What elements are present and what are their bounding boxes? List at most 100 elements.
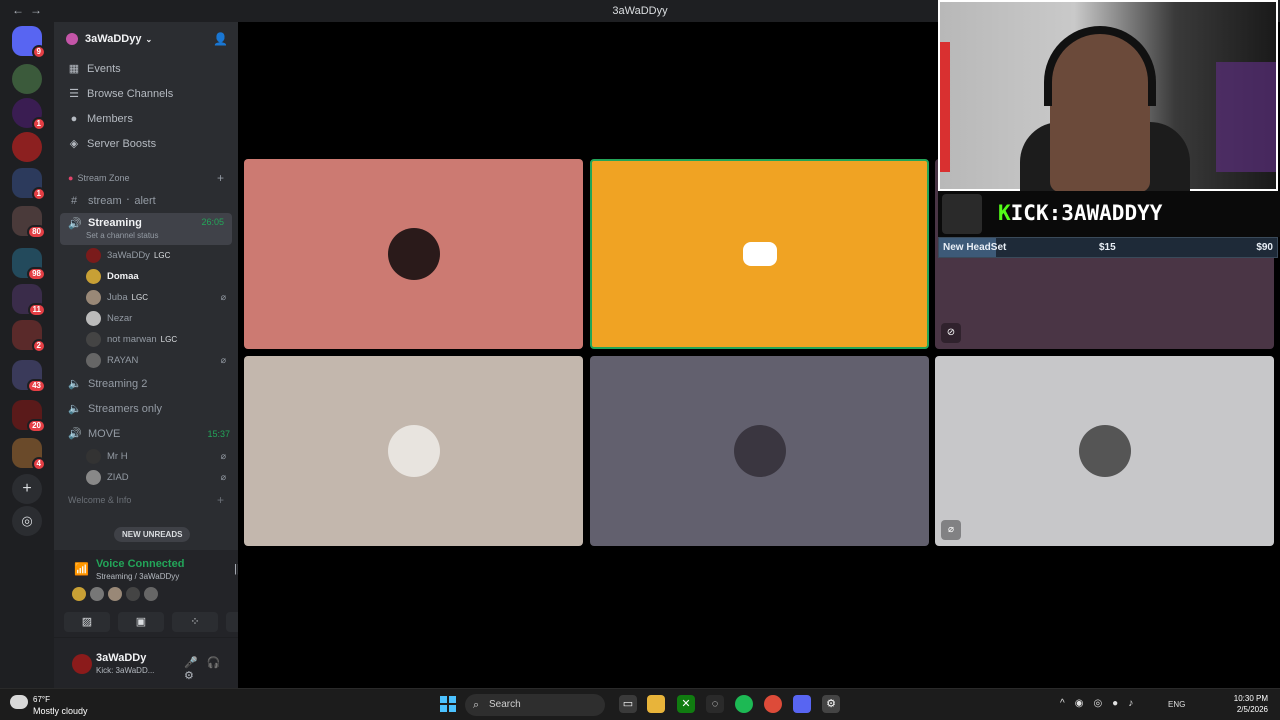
server-folder[interactable]: 1 [12, 168, 46, 201]
camera-off-button[interactable]: ▨ [64, 612, 110, 632]
avatar[interactable] [126, 587, 140, 601]
voice-user[interactable]: Mr H ⌀ [54, 446, 238, 467]
menu-members[interactable]: ● Members [54, 106, 238, 131]
discover-icon[interactable]: ◎ [12, 506, 42, 536]
avatar[interactable] [108, 587, 122, 601]
clock-time[interactable]: 10:30 PM [1230, 694, 1268, 703]
app-icon[interactable]: ◌ [706, 695, 724, 713]
microphone-icon[interactable]: ♪ [1128, 698, 1143, 709]
voice-user-name: ZIAD [107, 472, 129, 483]
voice-user-name: 3aWaDDy [107, 250, 150, 261]
add-user-icon[interactable]: 👤 [213, 32, 228, 46]
gear-icon[interactable]: ⚙ [184, 670, 203, 682]
headphones-icon[interactable]: 🎧 [207, 657, 230, 669]
settings-icon[interactable]: ⚙ [822, 695, 840, 713]
chevron-up-icon[interactable]: ^ [1060, 698, 1075, 709]
new-unreads-pill[interactable]: NEW UNREADS [114, 527, 191, 542]
boost-icon: ◈ [69, 138, 79, 150]
home-button[interactable]: 9 [12, 26, 46, 59]
tray-app-icon[interactable]: ◎ [1093, 698, 1112, 709]
channel-streaming-2[interactable]: 🔈 Streaming 2 [54, 371, 238, 396]
avatar[interactable] [72, 654, 92, 674]
webcam-feed [938, 0, 1278, 192]
channel-streaming[interactable]: 🔊 Streaming 26:05 Set a channel status [60, 213, 232, 245]
server-folder[interactable]: 20 [12, 400, 46, 433]
participant-tile-speaking[interactable] [590, 159, 929, 349]
system-tray[interactable]: ^◉◎●♪ [1060, 698, 1143, 709]
spotify-tray-icon[interactable]: ● [1112, 698, 1128, 709]
channel-move[interactable]: 🔊 MOVE 15:37 [54, 421, 238, 446]
voice-user[interactable]: Domaa [54, 266, 238, 287]
xbox-icon[interactable]: ✕ [677, 695, 695, 713]
server-folder[interactable]: 43 [12, 360, 46, 393]
participant-tile[interactable] [244, 159, 583, 349]
user-tag: LGC [160, 335, 178, 344]
server-header[interactable]: 3aWaDDyy ⌄ 👤 [54, 22, 238, 56]
voice-user[interactable]: Juba LGC ⌀ [54, 287, 238, 308]
voice-user[interactable]: 3aWaDDy LGC [54, 245, 238, 266]
server-folder[interactable]: 98 [12, 248, 46, 281]
server-icon[interactable]: 1 [12, 98, 46, 131]
menu-server-boosts[interactable]: ◈ Server Boosts [54, 131, 238, 156]
avatar[interactable] [144, 587, 158, 601]
participant-tile[interactable] [244, 356, 583, 546]
microphone-icon[interactable]: 🎤 [184, 657, 207, 669]
channel-status[interactable]: Set a channel status [86, 231, 159, 240]
channel-label: stream ᛫ alert [88, 194, 156, 207]
tray-app-icon[interactable]: ◉ [1075, 698, 1094, 709]
channel-label: MOVE [88, 427, 121, 440]
discord-logo-icon [742, 242, 777, 266]
taskbar-search[interactable]: ⌕ Search [465, 694, 605, 716]
voice-subtitle[interactable]: Streaming / 3aWaDDyy [96, 572, 179, 581]
voice-user-name: Domaa [107, 271, 139, 282]
discord-icon[interactable] [793, 695, 811, 713]
user-name[interactable]: 3aWaDDy [96, 652, 146, 664]
avatar [86, 353, 101, 368]
menu-events[interactable]: ▦ Events [54, 56, 238, 81]
voice-user-name: RAYAN [107, 355, 139, 366]
screen-share-button[interactable]: ▣ [118, 612, 164, 632]
add-channel-icon[interactable]: + [217, 493, 224, 507]
signal-icon[interactable]: 📶 [74, 562, 89, 576]
voice-user[interactable]: ZIAD ⌀ [54, 467, 238, 488]
menu-label: Browse Channels [87, 87, 174, 100]
cloud-icon [10, 695, 28, 709]
server-icon[interactable] [12, 64, 42, 94]
channel-streamers-only[interactable]: 🔈 Streamers only [54, 396, 238, 421]
activities-button[interactable]: ⁘ [172, 612, 218, 632]
participant-tile[interactable]: ⌀ [935, 356, 1274, 546]
language-indicator[interactable]: ENG [1168, 700, 1185, 709]
voice-user[interactable]: RAYAN ⌀ [54, 350, 238, 371]
category-welcome[interactable]: Welcome & Info + [54, 490, 238, 510]
server-icon[interactable] [12, 132, 42, 162]
category-stream-zone[interactable]: ● Stream Zone + [54, 168, 238, 188]
voice-title[interactable]: Voice Connected [96, 558, 184, 570]
task-view-icon[interactable]: ▭ [619, 695, 637, 713]
server-folder[interactable]: 80 [12, 206, 46, 239]
avatar[interactable] [72, 587, 86, 601]
chrome-icon[interactable] [764, 695, 782, 713]
add-channel-icon[interactable]: + [217, 171, 224, 185]
unread-badge: 1 [31, 117, 46, 131]
voice-user[interactable]: not marwan LGC [54, 329, 238, 350]
search-icon: ⌕ [473, 699, 480, 711]
spotify-icon[interactable] [735, 695, 753, 713]
avatar [1078, 425, 1131, 477]
voice-user[interactable]: Nezar [54, 308, 238, 329]
add-server-icon[interactable]: + [12, 474, 42, 504]
server-folder[interactable]: 4 [12, 438, 46, 471]
avatar[interactable] [90, 587, 104, 601]
server-name: 3aWaDDyy [85, 33, 142, 45]
participant-tile[interactable] [590, 356, 929, 546]
speaker-icon: 🔊 [68, 218, 82, 230]
server-folder[interactable]: 2 [12, 320, 46, 353]
start-button[interactable] [440, 696, 456, 712]
avatar [86, 290, 101, 305]
menu-browse-channels[interactable]: ☰ Browse Channels [54, 81, 238, 106]
file-explorer-icon[interactable] [647, 695, 665, 713]
server-folder[interactable]: 11 [12, 284, 46, 317]
clock-date[interactable]: 2/5/2026 [1224, 705, 1268, 714]
voice-user-name: Juba [107, 292, 128, 303]
speaker-icon: 🔈 [68, 403, 82, 415]
channel-stream-alert[interactable]: # stream ᛫ alert [54, 188, 238, 213]
